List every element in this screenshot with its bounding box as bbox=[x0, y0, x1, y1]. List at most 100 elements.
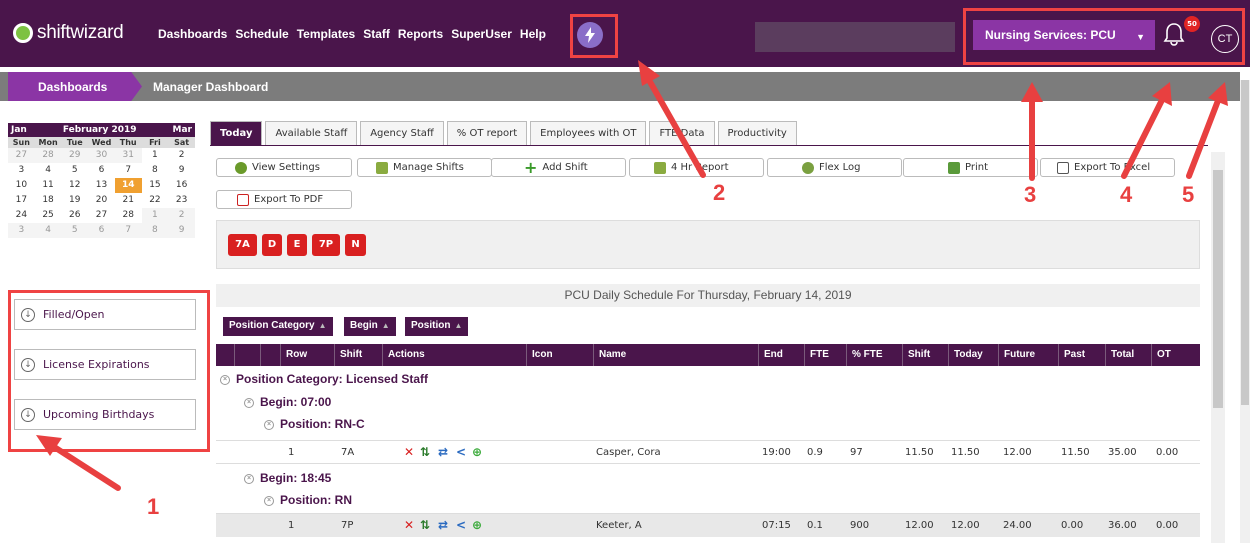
shift-chip-n[interactable]: N bbox=[345, 234, 366, 256]
calendar-day[interactable]: 23 bbox=[168, 193, 195, 208]
calendar-day[interactable]: 6 bbox=[88, 163, 115, 178]
calendar-day[interactable]: 14 bbox=[114, 178, 142, 193]
col-future[interactable]: Future bbox=[998, 344, 1058, 366]
table-row[interactable]: 1 7A ✕ ⇅ ⇄ < ⊕ Casper, Cora 19:00 0.9 97… bbox=[216, 440, 1200, 464]
calendar-day[interactable]: 24 bbox=[8, 208, 35, 223]
cell-name[interactable]: Keeter, A bbox=[596, 520, 642, 531]
calendar-day[interactable]: 6 bbox=[88, 223, 115, 238]
calendar-next-month[interactable]: Mar bbox=[173, 125, 192, 135]
nav-schedule[interactable]: Schedule bbox=[235, 27, 288, 41]
share-icon[interactable]: < bbox=[456, 445, 466, 459]
col-total[interactable]: Total bbox=[1105, 344, 1151, 366]
shift-chip-d[interactable]: D bbox=[262, 234, 282, 256]
calendar-day[interactable]: 16 bbox=[168, 178, 195, 193]
col-shift[interactable]: Shift bbox=[334, 344, 382, 366]
swap-icon[interactable]: ⇅ bbox=[420, 518, 430, 532]
calendar-day[interactable]: 12 bbox=[61, 178, 88, 193]
group-position-row[interactable]: × Position: RN bbox=[264, 493, 352, 507]
add-shift-button[interactable]: + Add Shift bbox=[491, 158, 626, 177]
cell-name[interactable]: Casper, Cora bbox=[596, 447, 661, 458]
group-begin-row[interactable]: × Begin: 07:00 bbox=[244, 395, 331, 409]
calendar-day[interactable]: 8 bbox=[142, 163, 169, 178]
table-row[interactable]: 1 7P ✕ ⇅ ⇄ < ⊕ Keeter, A 07:15 0.1 900 1… bbox=[216, 513, 1200, 537]
nav-dashboards[interactable]: Dashboards bbox=[158, 27, 227, 41]
breadcrumb-dashboards[interactable]: Dashboards bbox=[8, 72, 142, 101]
col-fte[interactable]: FTE bbox=[804, 344, 846, 366]
calendar-day[interactable]: 22 bbox=[142, 193, 169, 208]
shift-chip-7a[interactable]: 7A bbox=[228, 234, 257, 256]
export-excel-button[interactable]: Export To Excel bbox=[1040, 158, 1175, 177]
calendar-day[interactable]: 5 bbox=[61, 223, 89, 238]
calendar-day[interactable]: 29 bbox=[61, 148, 89, 163]
calendar-day[interactable]: 28 bbox=[115, 208, 142, 223]
calendar-day[interactable]: 31 bbox=[114, 148, 142, 163]
export-pdf-button[interactable]: Export To PDF bbox=[216, 190, 352, 209]
calendar-day[interactable]: 3 bbox=[8, 223, 35, 238]
add-circle-icon[interactable]: ⊕ bbox=[472, 518, 482, 532]
calendar-day[interactable]: 1 bbox=[141, 208, 169, 223]
tab-productivity[interactable]: Productivity bbox=[717, 121, 797, 146]
col-name[interactable]: Name bbox=[593, 344, 758, 366]
nav-help[interactable]: Help bbox=[520, 27, 546, 41]
brand-logo[interactable]: shiftwizard bbox=[13, 22, 124, 44]
shift-chip-7p[interactable]: 7P bbox=[312, 234, 340, 256]
exchange-icon[interactable]: ⇄ bbox=[438, 445, 448, 459]
col-ot[interactable]: OT bbox=[1151, 344, 1200, 366]
calendar-day[interactable]: 18 bbox=[35, 193, 62, 208]
calendar-day[interactable]: 4 bbox=[34, 223, 62, 238]
group-position-row[interactable]: × Position: RN-C bbox=[264, 417, 365, 431]
flex-log-button[interactable]: Flex Log bbox=[767, 158, 902, 177]
calendar-day[interactable]: 11 bbox=[35, 178, 62, 193]
calendar-day[interactable]: 1 bbox=[142, 148, 169, 163]
calendar-day[interactable]: 2 bbox=[168, 208, 195, 223]
calendar-day[interactable]: 19 bbox=[61, 193, 88, 208]
col-pct-fte[interactable]: % FTE bbox=[846, 344, 902, 366]
nav-staff[interactable]: Staff bbox=[363, 27, 390, 41]
group-position[interactable]: Position ▲ bbox=[405, 317, 469, 336]
calendar-day[interactable]: 25 bbox=[35, 208, 62, 223]
tab-today[interactable]: Today bbox=[210, 121, 263, 146]
group-position-category-row[interactable]: × Position Category: Licensed Staff bbox=[220, 372, 428, 386]
group-begin[interactable]: Begin ▲ bbox=[344, 317, 396, 336]
scrollbar-thumb[interactable] bbox=[1213, 170, 1223, 408]
add-circle-icon[interactable]: ⊕ bbox=[472, 445, 482, 459]
col-past[interactable]: Past bbox=[1058, 344, 1105, 366]
delete-icon[interactable]: ✕ bbox=[404, 445, 414, 459]
view-settings-button[interactable]: View Settings bbox=[216, 158, 352, 177]
calendar-day[interactable]: 7 bbox=[114, 223, 142, 238]
page-scrollbar[interactable] bbox=[1240, 80, 1250, 543]
col-end[interactable]: End bbox=[758, 344, 804, 366]
calendar-day[interactable]: 17 bbox=[8, 193, 35, 208]
tab-ot-report[interactable]: % OT report bbox=[446, 121, 528, 146]
calendar-day[interactable]: 7 bbox=[115, 163, 142, 178]
share-icon[interactable]: < bbox=[456, 518, 466, 532]
scrollbar-thumb[interactable] bbox=[1241, 80, 1249, 405]
nav-superuser[interactable]: SuperUser bbox=[451, 27, 512, 41]
tab-agency-staff[interactable]: Agency Staff bbox=[360, 121, 444, 146]
delete-icon[interactable]: ✕ bbox=[404, 518, 414, 532]
calendar-day[interactable]: 8 bbox=[141, 223, 169, 238]
schedule-scrollbar[interactable] bbox=[1211, 152, 1225, 543]
calendar-day[interactable]: 20 bbox=[88, 193, 115, 208]
calendar-day[interactable]: 15 bbox=[142, 178, 169, 193]
calendar-day[interactable]: 3 bbox=[8, 163, 35, 178]
tab-employees-with-ot[interactable]: Employees with OT bbox=[530, 121, 647, 146]
calendar-day[interactable]: 9 bbox=[168, 223, 195, 238]
swap-icon[interactable]: ⇅ bbox=[420, 445, 430, 459]
group-position-category[interactable]: Position Category ▲ bbox=[223, 317, 333, 336]
calendar-day[interactable]: 28 bbox=[34, 148, 62, 163]
calendar-day[interactable]: 4 bbox=[35, 163, 62, 178]
print-button[interactable]: Print bbox=[903, 158, 1038, 177]
tab-available-staff[interactable]: Available Staff bbox=[265, 121, 358, 146]
calendar-day[interactable]: 26 bbox=[61, 208, 88, 223]
col-shift-hrs[interactable]: Shift bbox=[902, 344, 948, 366]
exchange-icon[interactable]: ⇄ bbox=[438, 518, 448, 532]
calendar-day[interactable]: 2 bbox=[168, 148, 195, 163]
manage-shifts-button[interactable]: Manage Shifts bbox=[357, 158, 492, 177]
calendar-day[interactable]: 9 bbox=[168, 163, 195, 178]
col-actions[interactable]: Actions bbox=[382, 344, 526, 366]
col-icon[interactable]: Icon bbox=[526, 344, 593, 366]
nav-reports[interactable]: Reports bbox=[398, 27, 443, 41]
calendar-prev-month[interactable]: Jan bbox=[11, 125, 27, 135]
hr-report-button[interactable]: 4 Hr Report bbox=[629, 158, 764, 177]
